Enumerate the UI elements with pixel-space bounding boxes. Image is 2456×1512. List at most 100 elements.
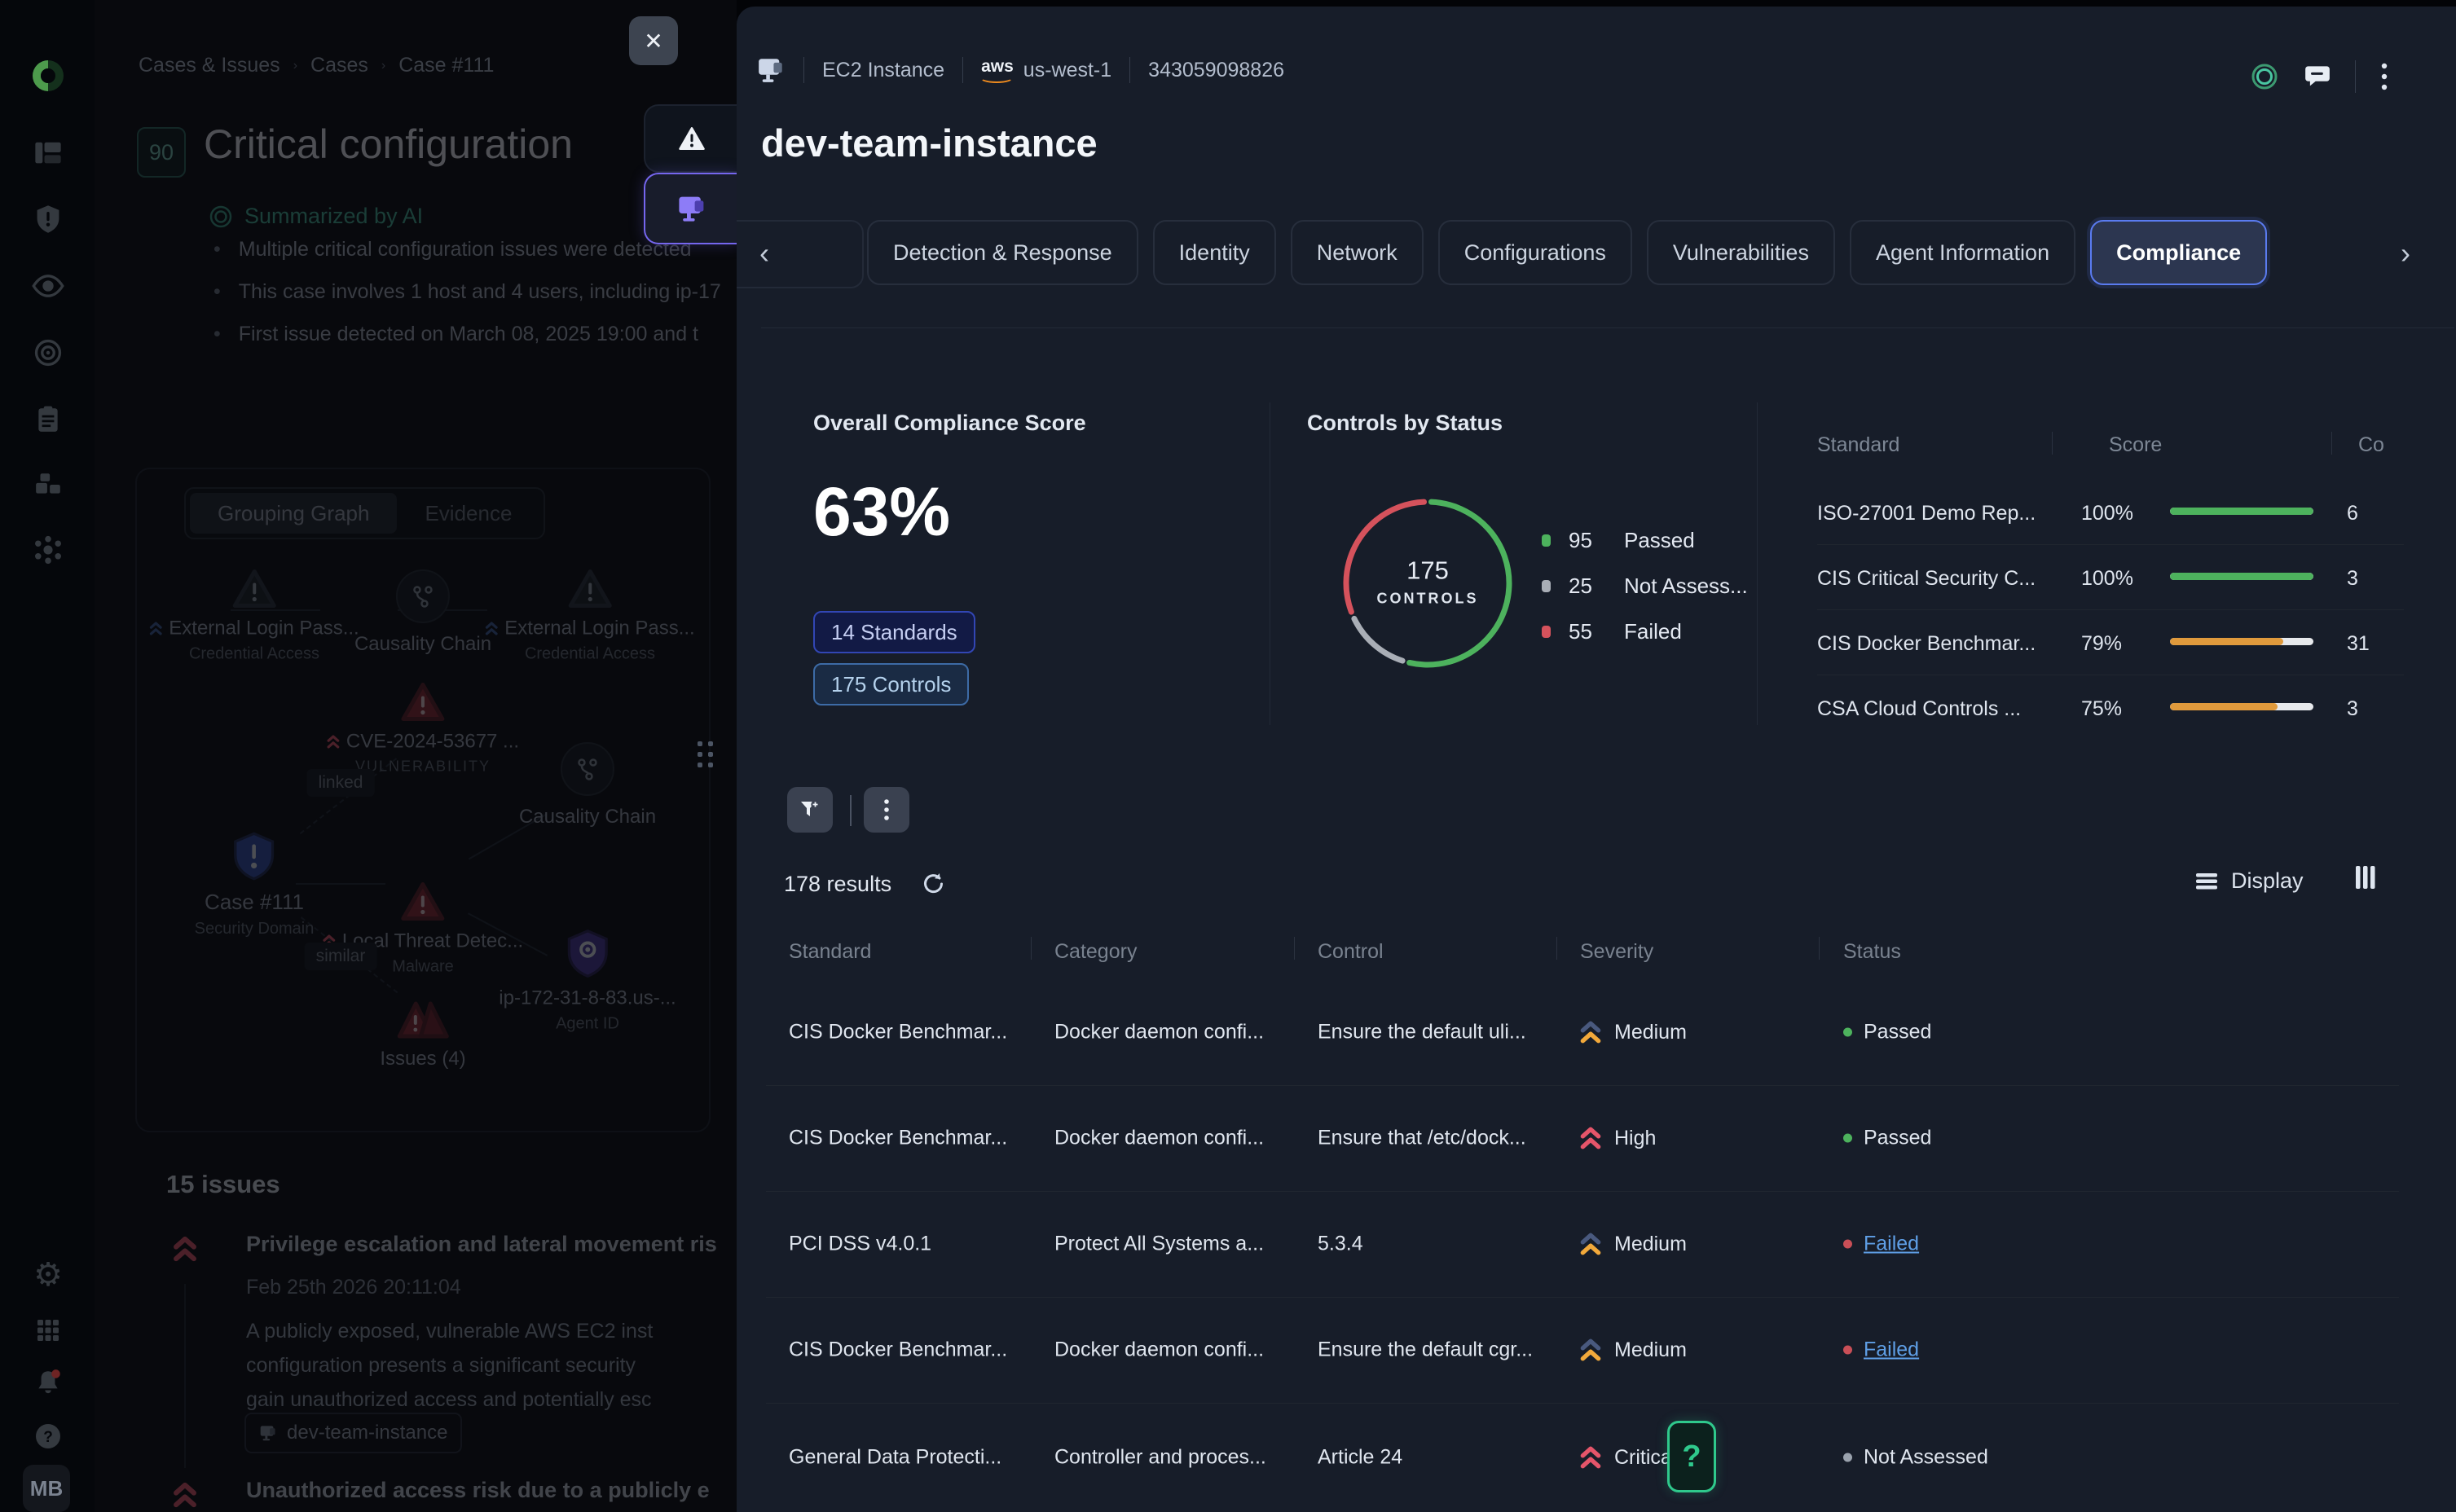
controls-col-header[interactable]: Co (2358, 433, 2384, 457)
refresh-icon[interactable] (921, 872, 945, 900)
sidebar-item-visibility[interactable] (31, 269, 65, 303)
severity-medium-icon (1580, 1020, 1601, 1044)
tab-evidence[interactable]: Evidence (397, 493, 539, 534)
graph-node-external-login-2[interactable]: External Login Pass... Credential Access (485, 569, 694, 664)
col-header-category[interactable]: Category (1054, 940, 1137, 964)
status-dot (1843, 1240, 1852, 1249)
graph-node-issues[interactable]: Issues (4) (380, 999, 465, 1070)
table-more-button[interactable] (864, 787, 909, 833)
cell-standard: General Data Protecti... (789, 1446, 1001, 1470)
failed-status-link[interactable]: Failed (1864, 1338, 1919, 1362)
issue-title[interactable]: Privilege escalation and lateral movemen… (246, 1232, 717, 1257)
tab-detection-response[interactable]: Detection & Response (867, 220, 1138, 285)
divider (1819, 937, 1820, 960)
notification-dot (51, 1369, 60, 1378)
close-drawer-button[interactable]: ✕ (629, 16, 678, 65)
score-col-header[interactable]: Score (2109, 433, 2162, 457)
help-circle-icon[interactable]: ? (31, 1419, 65, 1453)
tab-configurations[interactable]: Configurations (1438, 220, 1632, 285)
standard-name[interactable]: CSA Cloud Controls ... (1817, 697, 2021, 721)
breadcrumb-cases-issues[interactable]: Cases & Issues (139, 54, 280, 77)
cell-standard: CIS Docker Benchmar... (789, 1021, 1007, 1044)
standards-col-header[interactable]: Standard (1817, 433, 1899, 457)
sidebar-item-threats[interactable] (31, 202, 65, 236)
monitor-icon (677, 195, 706, 222)
severity-high-icon (1580, 1126, 1601, 1150)
breadcrumb[interactable]: Cases & Issues › Cases › Case #111 (139, 54, 494, 77)
graph-node-external-login-1[interactable]: External Login Pass... Credential Access (149, 569, 359, 664)
kebab-menu-icon[interactable] (2380, 62, 2388, 91)
cell-category: Docker daemon confi... (1054, 1127, 1264, 1150)
issue-timeline-connector (184, 1284, 186, 1468)
divider (850, 795, 852, 826)
col-header-severity[interactable]: Severity (1580, 940, 1653, 964)
failed-status-link[interactable]: Failed (1864, 1233, 1919, 1256)
table-row[interactable]: PCI DSS v4.0.1 Protect All Systems a... … (737, 1191, 2456, 1297)
display-menu[interactable]: Display (2195, 868, 2304, 894)
table-row[interactable]: CIS Docker Benchmar... Docker daemon con… (737, 1297, 2456, 1403)
account-id: 343059098826 (1148, 59, 1284, 82)
standard-name[interactable]: CIS Critical Security C... (1817, 567, 2036, 591)
standard-name[interactable]: CIS Docker Benchmar... (1817, 632, 2036, 656)
panel-resize-handle[interactable] (698, 741, 713, 767)
tab-grouping-graph[interactable]: Grouping Graph (190, 493, 397, 534)
issue-description: configuration presents a significant sec… (246, 1354, 636, 1378)
sidebar-item-dashboard[interactable] (31, 135, 65, 169)
graph-node-causality-chain-1[interactable]: Causality Chain (354, 569, 491, 656)
tab-identity[interactable]: Identity (1153, 220, 1276, 285)
cell-control: Ensure the default uli... (1318, 1021, 1526, 1044)
edge-label-linked: linked (307, 769, 375, 797)
settings-gear-icon[interactable]: ⚙ (31, 1258, 65, 1292)
columns-icon[interactable] (2355, 865, 2376, 894)
status-dot (1843, 1453, 1852, 1462)
status-dot (1843, 1028, 1852, 1037)
sidebar-item-inventory[interactable] (31, 468, 65, 502)
graph-node-causality-chain-2[interactable]: Causality Chain (519, 742, 656, 829)
monitor-icon (756, 57, 786, 83)
notifications-bell-icon[interactable] (31, 1365, 65, 1400)
cell-category: Protect All Systems a... (1054, 1233, 1264, 1256)
header-actions (2249, 60, 2388, 93)
cell-category: Docker daemon confi... (1054, 1021, 1264, 1044)
apps-grid-icon[interactable] (31, 1313, 65, 1347)
issue-asset-chip[interactable]: dev-team-instance (244, 1413, 462, 1453)
standard-name[interactable]: ISO-27001 Demo Rep... (1817, 502, 2036, 525)
issue-severity-icon (173, 1481, 197, 1512)
graph-node-agent[interactable]: ip-172-31-8-83.us-... Agent ID (499, 929, 676, 1034)
tab-compliance[interactable]: Compliance (2090, 220, 2267, 285)
table-row[interactable]: CIS Docker Benchmar... Docker daemon con… (737, 1085, 2456, 1191)
standards-count-badge[interactable]: 14 Standards (813, 611, 975, 653)
drawer-tab-alerts[interactable] (644, 104, 738, 173)
ai-rings-icon[interactable] (2249, 61, 2280, 92)
breadcrumb-cases[interactable]: Cases (310, 54, 368, 77)
col-header-control[interactable]: Control (1318, 940, 1384, 964)
add-filter-button[interactable] (787, 787, 833, 833)
table-row[interactable]: General Data Protecti... Controller and … (737, 1403, 2456, 1512)
graph-node-case-111[interactable]: Case #111 Security Domain (195, 831, 315, 938)
tabs-scroll-right-icon[interactable]: › (2401, 236, 2410, 270)
overall-score-title: Overall Compliance Score (813, 411, 1086, 436)
graph-node-cve[interactable]: CVE-2024-53677 ... VULNERABILITY (327, 682, 519, 776)
chat-icon[interactable] (2304, 64, 2331, 89)
tab-network[interactable]: Network (1291, 220, 1424, 285)
overall-score-value: 63% (813, 472, 950, 552)
sidebar-item-detections[interactable] (31, 336, 65, 370)
tab-vulnerabilities[interactable]: Vulnerabilities (1647, 220, 1835, 285)
controls-count-badge[interactable]: 175 Controls (813, 663, 969, 705)
ai-rings-icon (209, 204, 233, 229)
drawer-tab-asset[interactable] (644, 173, 738, 244)
issue-title[interactable]: Unauthorized access risk due to a public… (246, 1478, 710, 1503)
standard-score-bar (2170, 703, 2313, 710)
sidebar-item-reports[interactable] (31, 402, 65, 437)
tab-agent-information[interactable]: Agent Information (1850, 220, 2075, 285)
table-row[interactable]: CIS Docker Benchmar... Docker daemon con… (737, 979, 2456, 1085)
help-tooltip-badge[interactable]: ? (1667, 1421, 1716, 1492)
tabs-scroll-left-icon[interactable]: ‹ (759, 236, 769, 270)
entity-type: EC2 Instance (822, 59, 944, 82)
cell-control: Ensure the default cgr... (1318, 1338, 1533, 1362)
sidebar-item-graph-explorer[interactable] (31, 533, 65, 567)
col-header-standard[interactable]: Standard (789, 940, 871, 964)
user-avatar[interactable]: MB (23, 1465, 70, 1512)
ai-bullet: •First issue detected on March 08, 2025 … (213, 323, 698, 346)
col-header-status[interactable]: Status (1843, 940, 1901, 964)
